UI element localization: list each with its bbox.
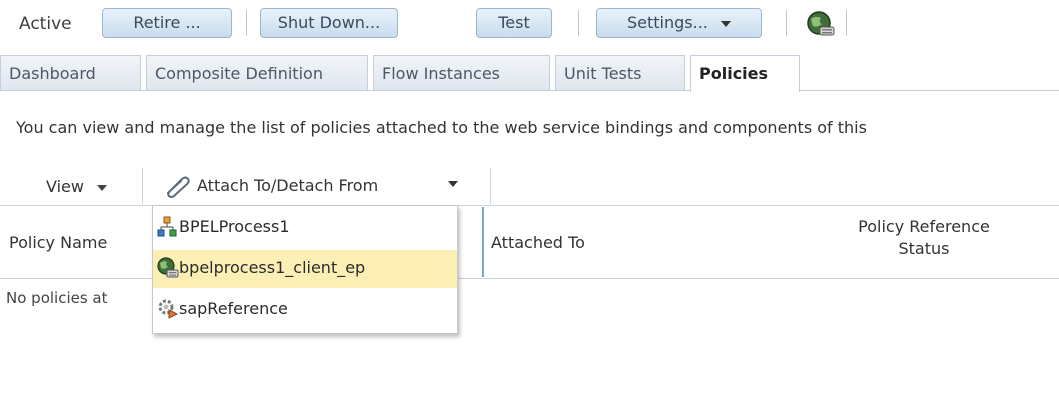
column-header-policy-name[interactable]: Policy Name bbox=[9, 233, 107, 252]
chevron-down-icon bbox=[448, 181, 458, 187]
settings-button-label: Settings... bbox=[627, 13, 708, 32]
tab-bar-border bbox=[0, 90, 1059, 91]
bpel-process-icon bbox=[157, 216, 177, 238]
attach-detach-label: Attach To/Detach From bbox=[197, 176, 379, 195]
menu-item-sapreference[interactable]: sapReference bbox=[153, 291, 457, 329]
paperclip-icon bbox=[162, 175, 192, 204]
page-description: You can view and manage the list of poli… bbox=[16, 118, 867, 137]
shut-down-button[interactable]: Shut Down... bbox=[260, 8, 398, 38]
chevron-down-icon bbox=[720, 20, 731, 27]
menu-item-bpelprocess1[interactable]: BPELProcess1 bbox=[153, 209, 457, 247]
toolbar-separator bbox=[786, 10, 787, 36]
test-button[interactable]: Test bbox=[476, 8, 552, 38]
attach-detach-menu-button[interactable]: Attach To/Detach From bbox=[152, 167, 472, 205]
tab-label: Flow Instances bbox=[382, 64, 500, 83]
reference-gear-icon bbox=[157, 298, 179, 320]
column-header-policy-reference-status[interactable]: Policy Reference Status bbox=[834, 216, 1014, 260]
tab-label: Policies bbox=[699, 64, 769, 83]
retire-button-label: Retire ... bbox=[133, 13, 201, 32]
column-resize-handle[interactable] bbox=[482, 207, 484, 277]
tab-policies[interactable]: Policies bbox=[690, 55, 800, 92]
tab-label: Composite Definition bbox=[155, 64, 323, 83]
menu-item-label: bpelprocess1_client_ep bbox=[179, 258, 366, 277]
view-menu[interactable]: View bbox=[46, 177, 108, 196]
toolbar-separator bbox=[490, 168, 491, 204]
settings-menu-button[interactable]: Settings... bbox=[596, 8, 762, 38]
shut-down-button-label: Shut Down... bbox=[277, 13, 381, 32]
tab-composite-definition[interactable]: Composite Definition bbox=[146, 55, 368, 90]
toolbar-separator bbox=[142, 168, 143, 204]
menu-item-label: BPELProcess1 bbox=[179, 217, 290, 236]
column-header-line: Policy Reference bbox=[858, 217, 990, 236]
empty-table-message: No policies at bbox=[6, 289, 108, 307]
attach-detach-dropdown: BPELProcess1 bpelprocess1_client_ep sapR… bbox=[152, 205, 458, 334]
menu-item-label: sapReference bbox=[179, 299, 288, 318]
service-globe-icon[interactable] bbox=[806, 10, 836, 38]
column-header-attached-to[interactable]: Attached To bbox=[491, 233, 585, 252]
chevron-down-icon bbox=[97, 184, 108, 191]
menu-item-bpelprocess1-client-ep[interactable]: bpelprocess1_client_ep bbox=[153, 250, 457, 288]
composite-status: Active bbox=[19, 14, 72, 34]
toolbar-separator bbox=[578, 10, 579, 36]
toolbar-separator bbox=[846, 10, 847, 36]
tab-label: Unit Tests bbox=[564, 64, 642, 83]
test-button-label: Test bbox=[498, 13, 530, 32]
retire-button[interactable]: Retire ... bbox=[102, 8, 232, 38]
service-globe-icon bbox=[157, 257, 179, 279]
tab-unit-tests[interactable]: Unit Tests bbox=[555, 55, 685, 90]
view-menu-label: View bbox=[46, 177, 84, 196]
tab-dashboard[interactable]: Dashboard bbox=[0, 55, 141, 90]
tab-flow-instances[interactable]: Flow Instances bbox=[373, 55, 550, 90]
toolbar-separator bbox=[246, 10, 247, 36]
tab-label: Dashboard bbox=[9, 64, 96, 83]
column-header-line: Status bbox=[898, 239, 950, 258]
